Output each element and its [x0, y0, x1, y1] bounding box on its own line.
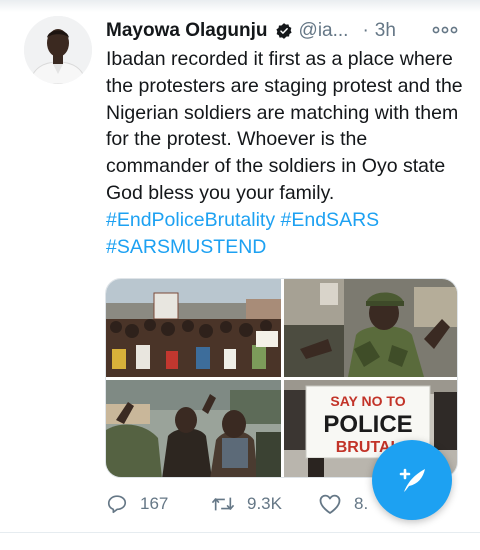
- hashtag-link[interactable]: #EndPoliceBrutality: [106, 209, 275, 231]
- author-name[interactable]: Mayowa Olagunju: [106, 20, 268, 42]
- more-options-icon[interactable]: [431, 20, 459, 40]
- author-handle[interactable]: @ia...: [299, 20, 349, 42]
- heart-icon: [319, 494, 341, 514]
- avatar-photo: [24, 16, 92, 84]
- tweet-timestamp[interactable]: 3h: [375, 20, 396, 42]
- like-count: 8.: [354, 494, 369, 513]
- media-photo-soldier[interactable]: [284, 279, 457, 377]
- retweet-icon: [211, 497, 235, 511]
- verified-badge-icon: [275, 22, 293, 40]
- placard-line-2: POLICE: [323, 411, 412, 438]
- tweet-header: Mayowa Olagunju @ia... · 3h: [106, 16, 466, 46]
- retweet-count: 9.3K: [247, 494, 282, 513]
- reply-icon: [107, 495, 127, 514]
- previous-tweet-edge: [0, 0, 480, 12]
- tweet-body: Ibadan recorded it first as a place wher…: [106, 48, 463, 204]
- placard-line-1: SAY NO TO: [330, 393, 405, 409]
- divider: [0, 532, 480, 533]
- compose-tweet-icon: [399, 468, 425, 492]
- header-separator: ·: [362, 20, 369, 41]
- compose-tweet-button[interactable]: [372, 440, 452, 520]
- tweet-text-block: Ibadan recorded it first as a place wher…: [106, 46, 466, 260]
- retweet-button[interactable]: 9.3K: [211, 493, 318, 515]
- reply-count: 167: [140, 494, 169, 513]
- hashtag-link[interactable]: #EndSARS: [281, 209, 380, 231]
- avatar[interactable]: [24, 16, 92, 84]
- media-photo-protesters[interactable]: [106, 380, 281, 477]
- reply-button[interactable]: 167: [106, 493, 211, 515]
- media-photo-crowd[interactable]: [106, 279, 281, 377]
- hashtag-link[interactable]: #SARSMUSTEND: [106, 236, 266, 258]
